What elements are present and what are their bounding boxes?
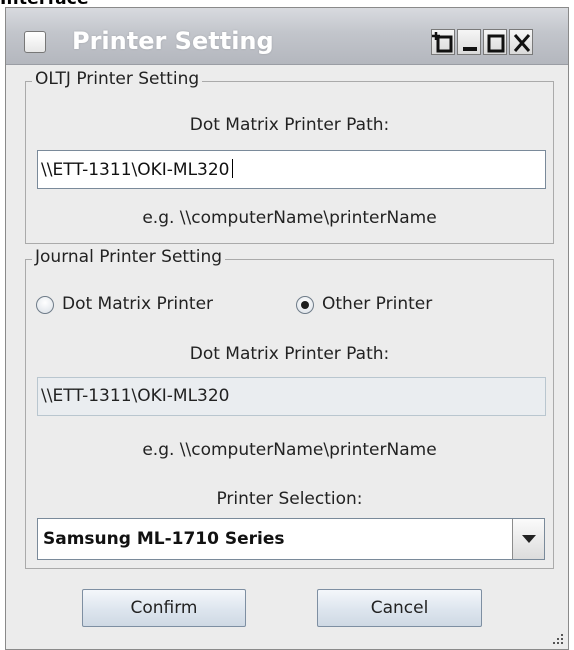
journal-path-example: e.g. \\computerName\printerName	[142, 440, 437, 460]
radio-other-printer-icon[interactable]	[296, 296, 314, 314]
maximize-icon[interactable]	[483, 29, 507, 55]
title-bar[interactable]: Printer Setting	[6, 8, 568, 65]
oltj-path-value: \\ETT-1311\OKI-ML320	[41, 160, 230, 180]
radio-dot-matrix-icon[interactable]	[36, 296, 54, 314]
close-icon[interactable]	[509, 29, 533, 55]
oltj-group-title: OLTJ Printer Setting	[32, 69, 203, 89]
chevron-down-icon[interactable]	[512, 519, 544, 559]
oltj-path-input[interactable]: \\ETT-1311\OKI-ML320	[37, 150, 546, 189]
cancel-button[interactable]: Cancel	[317, 589, 482, 627]
printer-setting-window: Printer Setting OLTJ Printer Setting Dot…	[5, 7, 569, 650]
oltj-path-label: Dot Matrix Printer Path:	[189, 115, 390, 135]
journal-path-label: Dot Matrix Printer Path:	[189, 344, 390, 364]
oltj-path-example: e.g. \\computerName\printerName	[142, 208, 437, 228]
text-caret	[231, 159, 233, 178]
printer-selection-value: Samsung ML-1710 Series	[43, 529, 285, 549]
journal-group-title: Journal Printer Setting	[32, 247, 226, 267]
radio-dot-matrix-label: Dot Matrix Printer	[62, 294, 214, 314]
resize-grip-icon[interactable]	[551, 632, 565, 646]
oltj-printer-setting-group: OLTJ Printer Setting Dot Matrix Printer …	[25, 69, 554, 244]
minimize-icon[interactable]	[457, 29, 481, 55]
confirm-button[interactable]: Confirm	[82, 589, 246, 627]
printer-selection-dropdown[interactable]: Samsung ML-1710 Series	[37, 518, 545, 560]
printer-selection-label: Printer Selection:	[216, 489, 363, 509]
window-menu-checkbox-icon[interactable]	[24, 31, 46, 53]
radio-selected-dot	[301, 301, 309, 309]
window-title: Printer Setting	[72, 27, 274, 55]
journal-path-input[interactable]: \\ETT-1311\OKI-ML320	[37, 377, 546, 416]
pin-icon[interactable]	[431, 29, 455, 55]
radio-other-printer-label: Other Printer	[322, 294, 433, 314]
